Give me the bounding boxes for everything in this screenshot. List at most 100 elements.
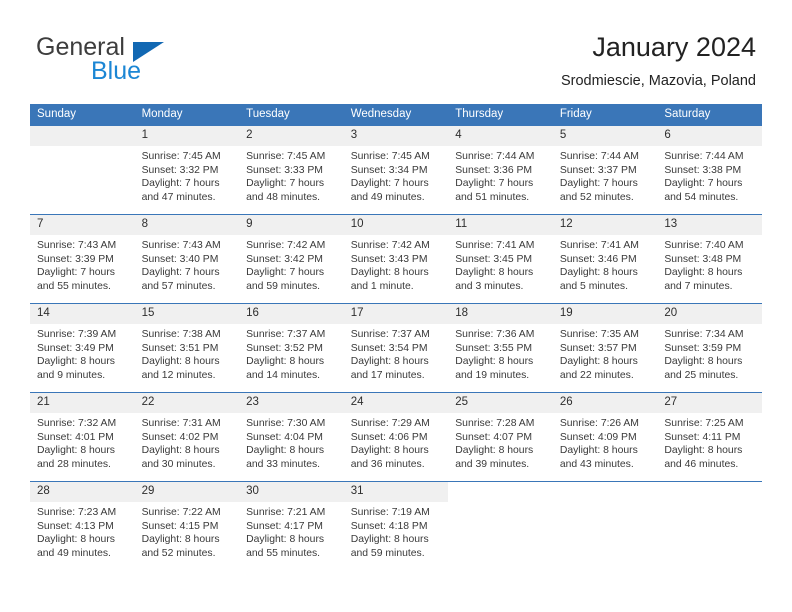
daylight-duration: and 46 minutes. — [664, 458, 739, 470]
day-sun-info: Sunrise: 7:43 AM Sunset: 3:39 PM Daylight:… — [30, 235, 135, 293]
calendar-day-cell[interactable]: 1 Sunrise: 7:45 AM Sunset: 3:32 PM Daylight… — [134, 125, 240, 215]
sunset-time: Sunset: 3:34 PM — [350, 164, 428, 176]
calendar-day-cell[interactable]: 22 Sunrise: 7:31 AM Sunset: 4:02 PM Dayligh… — [134, 392, 240, 482]
day-sun-info: Sunrise: 7:30 AM Sunset: 4:04 PM Daylight:… — [239, 413, 344, 471]
calendar-day-cell[interactable]: 26 Sunrise: 7:26 AM Sunset: 4:09 PM Dayligh… — [552, 392, 658, 482]
calendar-day-cell[interactable]: 8 Sunrise: 7:43 AM Sunset: 3:40 PM Daylight… — [134, 214, 240, 304]
sunset-time: Sunset: 3:32 PM — [141, 164, 219, 176]
day-cell-content: 6 Sunrise: 7:44 AM Sunset: 3:38 PM Daylight… — [657, 126, 762, 214]
sunrise-time: Sunrise: 7:28 AM — [455, 418, 535, 429]
daylight-duration: Daylight: 7 hours — [559, 178, 638, 190]
calendar-day-cell[interactable]: 3 Sunrise: 7:45 AM Sunset: 3:34 PM Daylight… — [343, 125, 449, 215]
sunset-time: Sunset: 4:07 PM — [455, 431, 533, 443]
day-number: 4 — [448, 126, 553, 146]
day-cell-content: 19 Sunrise: 7:35 AM Sunset: 3:57 PM Dayligh… — [552, 304, 658, 392]
day-number: 30 — [239, 482, 344, 502]
day-sun-info: Sunrise: 7:25 AM Sunset: 4:11 PM Daylight:… — [657, 413, 762, 471]
sunset-time: Sunset: 4:11 PM — [664, 431, 741, 443]
calendar-day-cell[interactable]: 19 Sunrise: 7:35 AM Sunset: 3:57 PM Dayligh… — [552, 303, 658, 393]
day-number: 7 — [30, 215, 135, 235]
day-cell-content: 21 Sunrise: 7:32 AM Sunset: 4:01 PM Dayligh… — [30, 393, 135, 481]
calendar-day-cell[interactable]: 28 Sunrise: 7:23 AM Sunset: 4:13 PM Dayligh… — [30, 481, 135, 571]
weekday-header-monday: Monday — [134, 104, 240, 126]
day-sun-info: Sunrise: 7:41 AM Sunset: 3:45 PM Daylight:… — [448, 235, 553, 293]
daylight-duration: Daylight: 7 hours — [455, 178, 534, 190]
calendar-day-cell[interactable]: 25 Sunrise: 7:28 AM Sunset: 4:07 PM Dayligh… — [448, 392, 553, 482]
day-sun-info: Sunrise: 7:28 AM Sunset: 4:07 PM Daylight:… — [448, 413, 553, 471]
day-cell-content: 22 Sunrise: 7:31 AM Sunset: 4:02 PM Dayligh… — [134, 393, 240, 481]
day-cell-content: 26 Sunrise: 7:26 AM Sunset: 4:09 PM Dayligh… — [552, 393, 658, 481]
calendar-day-cell[interactable]: 2 Sunrise: 7:45 AM Sunset: 3:33 PM Daylight… — [239, 125, 344, 215]
calendar-day-cell[interactable]: 15 Sunrise: 7:38 AM Sunset: 3:51 PM Dayligh… — [134, 303, 240, 393]
day-number: 8 — [134, 215, 240, 235]
calendar-day-cell[interactable]: 13 Sunrise: 7:40 AM Sunset: 3:48 PM Dayligh… — [657, 214, 762, 304]
weekday-header-row: Sunday Monday Tuesday Wednesday Thursday… — [30, 104, 762, 126]
general-blue-logo[interactable]: General Blue — [36, 33, 276, 89]
day-number: 13 — [657, 215, 762, 235]
sunrise-time: Sunrise: 7:45 AM — [350, 151, 430, 162]
calendar-day-cell[interactable]: 9 Sunrise: 7:42 AM Sunset: 3:42 PM Daylight… — [239, 214, 344, 304]
calendar-day-cell[interactable]: 7 Sunrise: 7:43 AM Sunset: 3:39 PM Daylight… — [30, 214, 135, 304]
day-number — [30, 126, 135, 146]
daylight-duration: and 52 minutes. — [559, 191, 634, 203]
calendar-day-cell[interactable]: 31 Sunrise: 7:19 AM Sunset: 4:18 PM Dayligh… — [343, 481, 449, 571]
sunrise-time: Sunrise: 7:23 AM — [37, 507, 117, 518]
calendar-day-cell[interactable]: 21 Sunrise: 7:32 AM Sunset: 4:01 PM Dayligh… — [30, 392, 135, 482]
day-sun-info: Sunrise: 7:44 AM Sunset: 3:37 PM Daylight:… — [553, 146, 658, 204]
calendar-day-cell[interactable]: 17 Sunrise: 7:37 AM Sunset: 3:54 PM Dayligh… — [343, 303, 449, 393]
day-sun-info: Sunrise: 7:37 AM Sunset: 3:52 PM Daylight:… — [239, 324, 344, 382]
calendar-day-cell[interactable]: 14 Sunrise: 7:39 AM Sunset: 3:49 PM Dayligh… — [30, 303, 135, 393]
day-cell-content: 3 Sunrise: 7:45 AM Sunset: 3:34 PM Daylight… — [343, 126, 449, 214]
daylight-duration: Daylight: 7 hours — [141, 267, 220, 279]
sunrise-time: Sunrise: 7:35 AM — [559, 329, 639, 340]
calendar-day-cell[interactable]: 6 Sunrise: 7:44 AM Sunset: 3:38 PM Daylight… — [657, 125, 762, 215]
calendar-day-cell[interactable]: 30 Sunrise: 7:21 AM Sunset: 4:17 PM Dayligh… — [239, 481, 344, 571]
day-number: 27 — [657, 393, 762, 413]
calendar-day-cell[interactable]: 18 Sunrise: 7:36 AM Sunset: 3:55 PM Dayligh… — [448, 303, 553, 393]
calendar-day-cell[interactable]: 23 Sunrise: 7:30 AM Sunset: 4:04 PM Dayligh… — [239, 392, 344, 482]
calendar-day-cell[interactable]: 29 Sunrise: 7:22 AM Sunset: 4:15 PM Dayligh… — [134, 481, 240, 571]
day-cell-content: 13 Sunrise: 7:40 AM Sunset: 3:48 PM Dayligh… — [657, 215, 762, 303]
sunset-time: Sunset: 4:13 PM — [37, 520, 114, 532]
calendar-empty-cell — [448, 481, 553, 571]
daylight-duration: Daylight: 7 hours — [141, 178, 220, 190]
daylight-duration: Daylight: 8 hours — [664, 267, 743, 279]
day-cell-content: 18 Sunrise: 7:36 AM Sunset: 3:55 PM Dayligh… — [448, 304, 553, 392]
day-number: 6 — [657, 126, 762, 146]
calendar-day-cell[interactable]: 24 Sunrise: 7:29 AM Sunset: 4:06 PM Dayligh… — [343, 392, 449, 482]
calendar-day-cell[interactable]: 10 Sunrise: 7:42 AM Sunset: 3:43 PM Dayligh… — [343, 214, 449, 304]
sunrise-time: Sunrise: 7:41 AM — [455, 240, 535, 251]
daylight-duration: and 5 minutes. — [559, 280, 628, 292]
sunset-time: Sunset: 3:37 PM — [559, 164, 637, 176]
daylight-duration: Daylight: 8 hours — [664, 356, 743, 368]
sunrise-time: Sunrise: 7:45 AM — [141, 151, 221, 162]
sunrise-time: Sunrise: 7:44 AM — [559, 151, 639, 162]
calendar-day-cell[interactable]: 11 Sunrise: 7:41 AM Sunset: 3:45 PM Dayligh… — [448, 214, 553, 304]
calendar-day-cell[interactable]: 16 Sunrise: 7:37 AM Sunset: 3:52 PM Dayligh… — [239, 303, 344, 393]
sunset-time: Sunset: 3:51 PM — [141, 342, 219, 354]
sunrise-time: Sunrise: 7:39 AM — [37, 329, 117, 340]
sunset-time: Sunset: 3:40 PM — [141, 253, 219, 265]
calendar-day-cell[interactable]: 27 Sunrise: 7:25 AM Sunset: 4:11 PM Dayligh… — [657, 392, 762, 482]
calendar-day-cell[interactable]: 12 Sunrise: 7:41 AM Sunset: 3:46 PM Dayligh… — [552, 214, 658, 304]
page-title: January 2024 — [592, 32, 756, 62]
daylight-duration: Daylight: 8 hours — [559, 356, 638, 368]
day-number: 31 — [343, 482, 449, 502]
title-block: January 2024 Srodmiescie, Mazovia, Polan… — [561, 30, 756, 90]
daylight-duration: Daylight: 8 hours — [559, 445, 638, 457]
day-number: 16 — [239, 304, 344, 324]
day-cell-content: 31 Sunrise: 7:19 AM Sunset: 4:18 PM Dayligh… — [343, 482, 449, 571]
sunrise-time: Sunrise: 7:42 AM — [350, 240, 430, 251]
calendar-day-cell[interactable]: 20 Sunrise: 7:34 AM Sunset: 3:59 PM Dayligh… — [657, 303, 762, 393]
daylight-duration: and 33 minutes. — [246, 458, 321, 470]
day-number: 2 — [239, 126, 344, 146]
daylight-duration: Daylight: 8 hours — [455, 267, 534, 279]
sunrise-sunset-calendar: Sunday Monday Tuesday Wednesday Thursday… — [30, 104, 762, 571]
day-cell-content: 17 Sunrise: 7:37 AM Sunset: 3:54 PM Dayligh… — [343, 304, 449, 392]
sunrise-time: Sunrise: 7:43 AM — [37, 240, 117, 251]
day-cell-content: 11 Sunrise: 7:41 AM Sunset: 3:45 PM Dayligh… — [448, 215, 553, 303]
day-number: 24 — [343, 393, 449, 413]
calendar-day-cell[interactable]: 4 Sunrise: 7:44 AM Sunset: 3:36 PM Daylight… — [448, 125, 553, 215]
sunrise-time: Sunrise: 7:29 AM — [350, 418, 430, 429]
calendar-day-cell[interactable]: 5 Sunrise: 7:44 AM Sunset: 3:37 PM Daylight… — [552, 125, 658, 215]
